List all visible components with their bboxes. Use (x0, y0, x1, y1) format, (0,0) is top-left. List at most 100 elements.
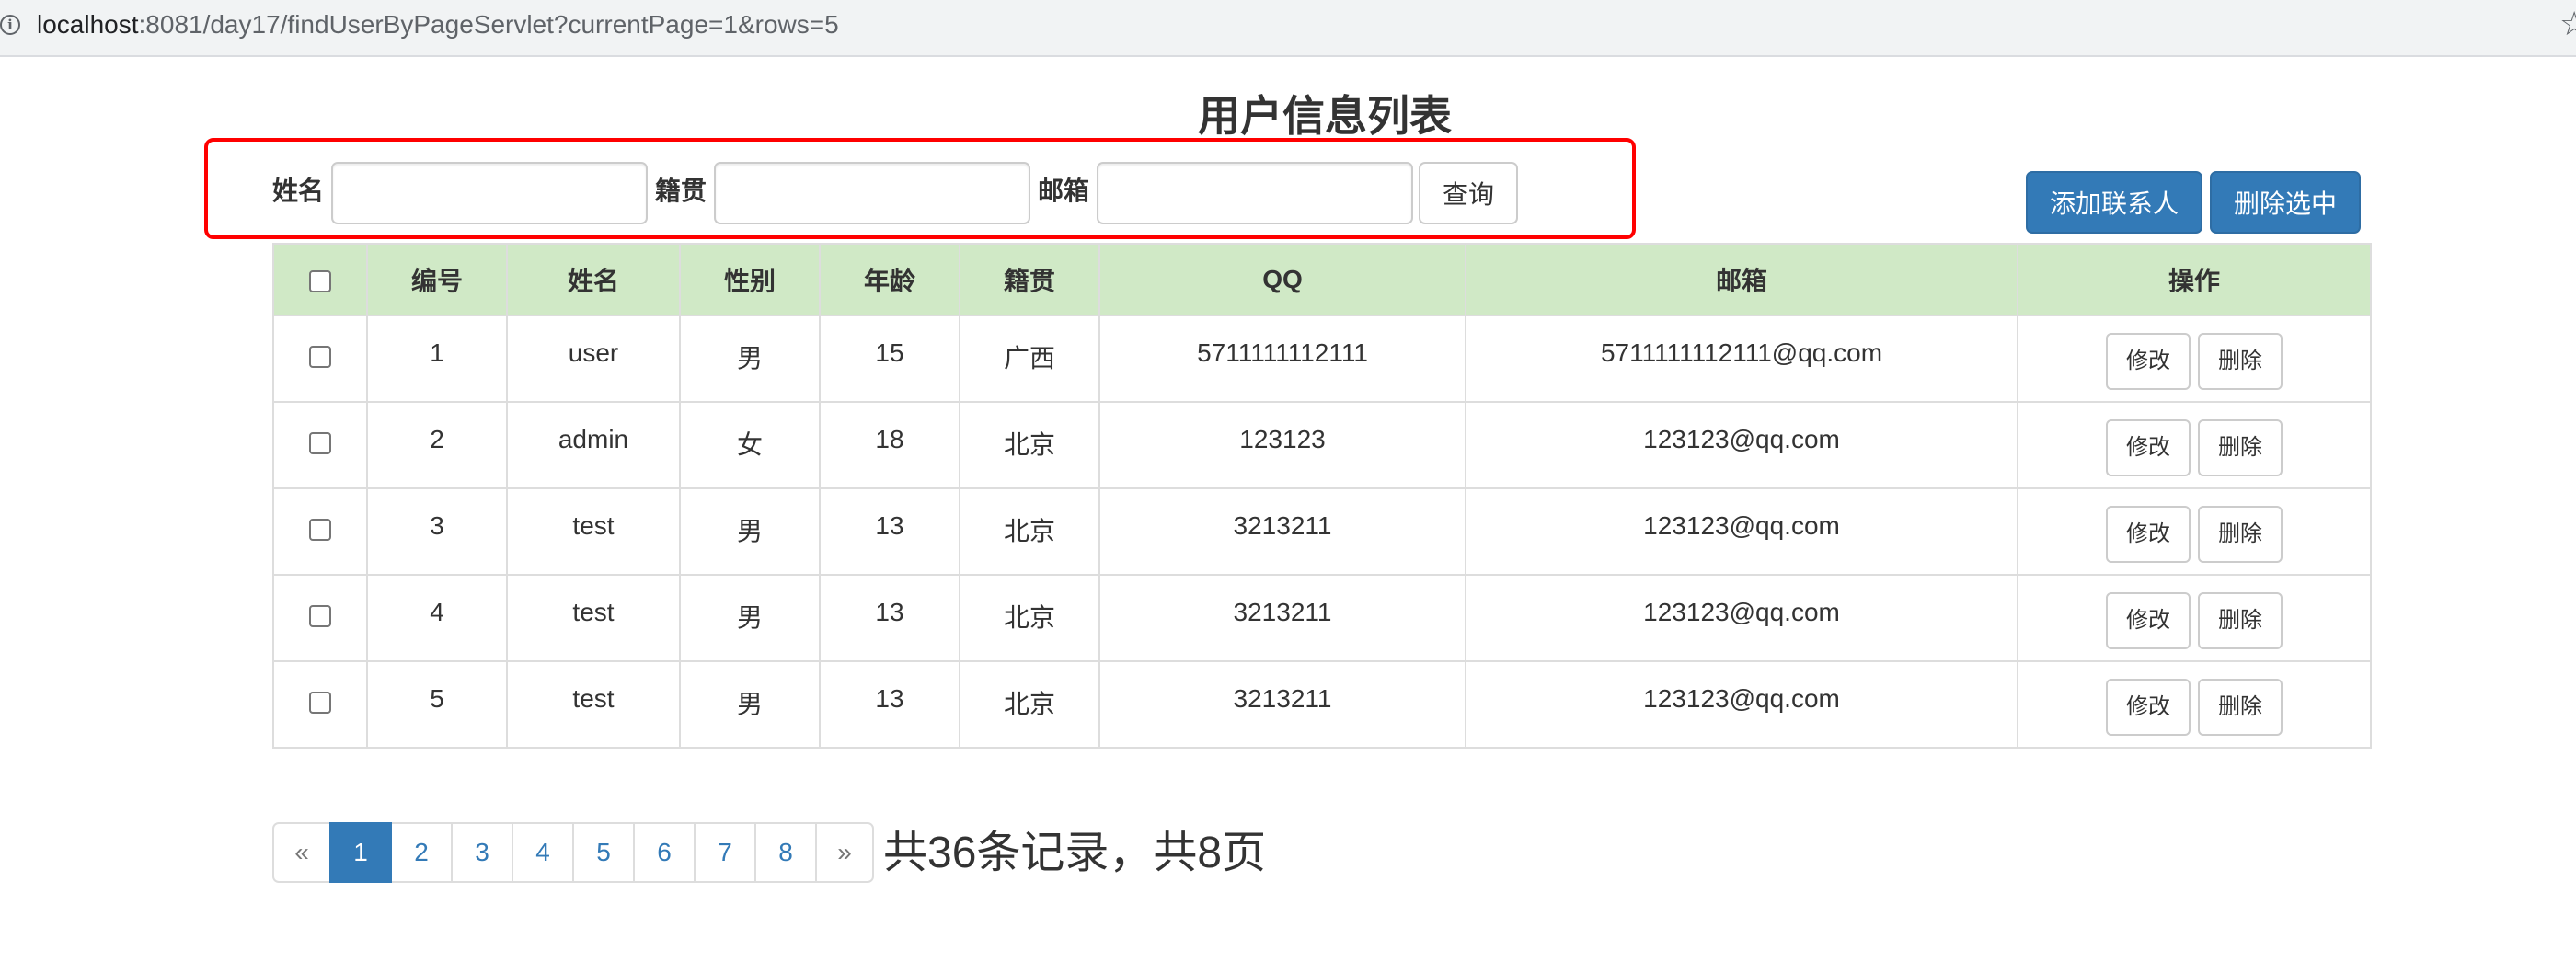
cell-qq: 123123 (1098, 401, 1466, 489)
cell-address: 北京 (959, 401, 1100, 489)
search-name-input[interactable] (331, 162, 648, 224)
cell-actions: 修改 删除 (2017, 660, 2372, 749)
pagination-page-5[interactable]: 5 (572, 822, 635, 883)
cell-gender: 男 (679, 487, 821, 576)
cell-qq: 3213211 (1098, 660, 1466, 749)
row-checkbox[interactable] (309, 431, 331, 454)
cell-name: test (506, 660, 681, 749)
header-age: 年龄 (819, 243, 960, 316)
bookmark-star-icon[interactable]: ☆ (2559, 6, 2576, 43)
cell-age: 15 (819, 315, 960, 403)
table-row: 5 test 男 13 北京 3213211 123123@qq.com 修改删… (272, 660, 2372, 749)
info-icon[interactable]: i (0, 15, 20, 35)
header-actions: 操作 (2017, 243, 2372, 316)
query-button[interactable]: 查询 (1419, 162, 1518, 224)
delete-button[interactable]: 删除 (2198, 506, 2283, 563)
pagination-page-3[interactable]: 3 (451, 822, 513, 883)
cell-age: 18 (819, 401, 960, 489)
pagination-page-2[interactable]: 2 (390, 822, 453, 883)
cell-email: 123123@qq.com (1465, 401, 2018, 489)
browser-address-bar[interactable]: i localhost:8081/day17/findUserByPageSer… (0, 0, 2576, 57)
user-table-container: 编号 姓名 性别 年龄 籍贯 QQ 邮箱 操作 1 user 男 15 广西 5… (272, 243, 2372, 749)
cell-id: 3 (366, 487, 508, 576)
record-summary: 共36条记录，共8页 (883, 829, 1267, 877)
row-checkbox[interactable] (309, 604, 331, 627)
cell-gender: 男 (679, 660, 821, 749)
cell-id: 5 (366, 660, 508, 749)
row-select-cell[interactable] (272, 574, 368, 662)
cell-qq: 5711111112111 (1098, 315, 1466, 403)
table-row: 2 admin 女 18 北京 123123 123123@qq.com 修改删… (272, 401, 2372, 489)
cell-gender: 男 (679, 315, 821, 403)
row-select-cell[interactable] (272, 401, 368, 489)
cell-email: 5711111112111@qq.com (1465, 315, 2018, 403)
pagination-page-4[interactable]: 4 (512, 822, 574, 883)
delete-selected-button[interactable]: 删除选中 (2210, 171, 2361, 234)
search-email-label: 邮箱 (1038, 177, 1090, 205)
cell-qq: 3213211 (1098, 487, 1466, 576)
pagination-next[interactable]: » (815, 822, 874, 883)
header-qq: QQ (1098, 243, 1466, 316)
delete-button[interactable]: 删除 (2198, 419, 2283, 476)
cell-name: test (506, 574, 681, 662)
cell-age: 13 (819, 487, 960, 576)
cell-actions: 修改 删除 (2017, 574, 2372, 662)
edit-button[interactable]: 修改 (2106, 419, 2191, 476)
header-address: 籍贯 (959, 243, 1100, 316)
row-checkbox[interactable] (309, 691, 331, 714)
cell-gender: 男 (679, 574, 821, 662)
pagination-prev[interactable]: « (272, 822, 331, 883)
cell-id: 4 (366, 574, 508, 662)
select-all-checkbox[interactable] (309, 269, 331, 292)
row-checkbox[interactable] (309, 345, 331, 368)
row-select-cell[interactable] (272, 660, 368, 749)
url-text[interactable]: localhost:8081/day17/findUserByPageServl… (37, 9, 839, 40)
select-all-cell[interactable] (272, 243, 368, 316)
row-checkbox[interactable] (309, 518, 331, 541)
cell-email: 123123@qq.com (1465, 574, 2018, 662)
page-title: 用户信息列表 (1198, 92, 1452, 140)
table-row: 3 test 男 13 北京 3213211 123123@qq.com 修改删… (272, 487, 2372, 576)
cell-actions: 修改 删除 (2017, 487, 2372, 576)
search-address-label: 籍贯 (655, 177, 707, 205)
row-select-cell[interactable] (272, 487, 368, 576)
url-host: localhost (37, 10, 139, 39)
cell-address: 广西 (959, 315, 1100, 403)
header-email: 邮箱 (1465, 243, 2018, 316)
cell-name: test (506, 487, 681, 576)
cell-email: 123123@qq.com (1465, 487, 2018, 576)
edit-button[interactable]: 修改 (2106, 333, 2191, 390)
cell-address: 北京 (959, 660, 1100, 749)
table-header-row: 编号 姓名 性别 年龄 籍贯 QQ 邮箱 操作 (272, 243, 2372, 316)
search-address-input[interactable] (714, 162, 1030, 224)
delete-button[interactable]: 删除 (2198, 679, 2283, 736)
cell-qq: 3213211 (1098, 574, 1466, 662)
cell-name: user (506, 315, 681, 403)
search-email-input[interactable] (1097, 162, 1413, 224)
edit-button[interactable]: 修改 (2106, 506, 2191, 563)
search-name-label: 姓名 (272, 177, 325, 205)
delete-button[interactable]: 删除 (2198, 333, 2283, 390)
cell-address: 北京 (959, 574, 1100, 662)
row-select-cell[interactable] (272, 315, 368, 403)
cell-name: admin (506, 401, 681, 489)
header-gender: 性别 (679, 243, 821, 316)
pagination-page-8[interactable]: 8 (754, 822, 817, 883)
cell-age: 13 (819, 574, 960, 662)
delete-button[interactable]: 删除 (2198, 592, 2283, 649)
table-row: 4 test 男 13 北京 3213211 123123@qq.com 修改删… (272, 574, 2372, 662)
pagination-page-1[interactable]: 1 (329, 822, 392, 883)
url-path: :8081/day17/findUserByPageServlet?curren… (138, 10, 839, 39)
user-table: 编号 姓名 性别 年龄 籍贯 QQ 邮箱 操作 1 user 男 15 广西 5… (272, 243, 2372, 749)
add-contact-button[interactable]: 添加联系人 (2026, 171, 2202, 234)
edit-button[interactable]: 修改 (2106, 679, 2191, 736)
pagination-page-6[interactable]: 6 (633, 822, 696, 883)
cell-gender: 女 (679, 401, 821, 489)
pagination: « 1 2 3 4 5 6 7 8 » (272, 822, 874, 883)
cell-id: 1 (366, 315, 508, 403)
cell-actions: 修改 删除 (2017, 315, 2372, 403)
pagination-page-7[interactable]: 7 (694, 822, 756, 883)
cell-age: 13 (819, 660, 960, 749)
cell-address: 北京 (959, 487, 1100, 576)
edit-button[interactable]: 修改 (2106, 592, 2191, 649)
